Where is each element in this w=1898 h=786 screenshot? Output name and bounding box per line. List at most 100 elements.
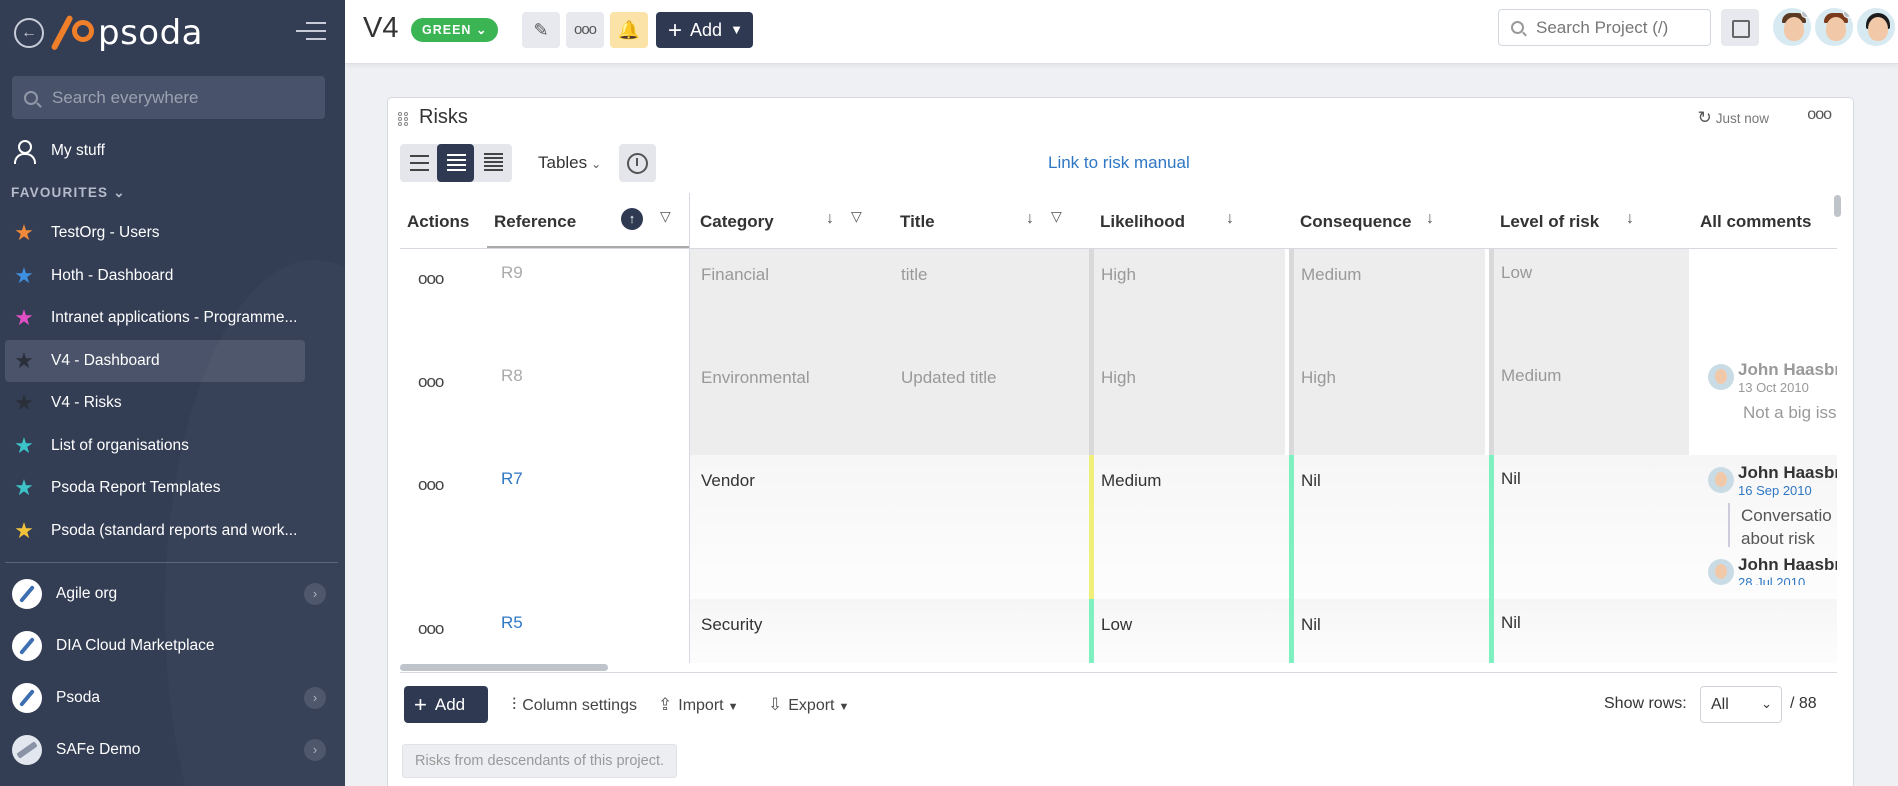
star-icon[interactable]: ★ bbox=[13, 519, 35, 542]
frozen-column-divider bbox=[689, 193, 690, 663]
filter-icon[interactable]: ▽ bbox=[1051, 208, 1062, 225]
filter-icon[interactable]: ▽ bbox=[851, 208, 862, 225]
chevron-right-icon[interactable]: › bbox=[304, 583, 326, 605]
sidebar-item-label: Psoda (standard reports and work... bbox=[51, 521, 298, 539]
sidebar-item-favourite[interactable]: ★ Hoth - Dashboard bbox=[5, 255, 305, 297]
horizontal-scrollbar[interactable] bbox=[400, 664, 608, 671]
drag-handle-icon[interactable] bbox=[398, 112, 410, 126]
vertical-scrollbar[interactable] bbox=[1834, 195, 1841, 217]
risk-likelihood: High bbox=[1101, 368, 1136, 387]
favourites-heading[interactable]: FAVOURITES ⌄ bbox=[11, 185, 126, 201]
panel-more-icon[interactable]: ooo bbox=[1807, 106, 1832, 124]
density-compact-icon[interactable] bbox=[400, 144, 437, 182]
risk-reference-link[interactable]: R8 bbox=[501, 366, 523, 386]
column-header-category[interactable]: Category bbox=[700, 193, 774, 248]
star-icon[interactable]: ★ bbox=[13, 307, 35, 329]
refresh-button[interactable]: ↻ Just now bbox=[1697, 108, 1769, 128]
row-actions-icon[interactable]: ooo bbox=[418, 372, 444, 392]
column-header-level-of-risk[interactable]: Level of risk bbox=[1500, 193, 1599, 248]
psoda-logo[interactable]: psoda bbox=[50, 10, 203, 56]
commenter-avatar[interactable] bbox=[1708, 559, 1734, 585]
add-risk-button[interactable]: + Add bbox=[404, 686, 488, 723]
history-icon[interactable] bbox=[619, 144, 656, 182]
sidebar-item-favourite[interactable]: ★ Psoda (standard reports and work... bbox=[5, 510, 305, 552]
density-dense-icon[interactable] bbox=[474, 144, 511, 182]
comment-author[interactable]: John Haasbr bbox=[1738, 463, 1837, 483]
descendants-toggle[interactable]: Risks from descendants of this project. bbox=[402, 744, 678, 778]
sidebar-item-favourite[interactable]: ★ List of organisations bbox=[5, 425, 305, 467]
risk-manual-link[interactable]: Link to risk manual bbox=[1048, 153, 1190, 173]
column-header-reference[interactable]: Reference bbox=[494, 193, 576, 248]
column-header-title[interactable]: Title bbox=[900, 193, 935, 248]
chevron-right-icon[interactable]: › bbox=[304, 687, 326, 709]
sidebar-item-my-stuff[interactable]: My stuff bbox=[5, 130, 305, 172]
global-search-input[interactable] bbox=[52, 87, 312, 108]
star-icon[interactable]: ★ bbox=[13, 392, 35, 414]
comment-author[interactable]: John Haasbr bbox=[1738, 555, 1837, 575]
sidebar-item-label: V4 - Risks bbox=[51, 394, 122, 411]
project-search[interactable] bbox=[1498, 9, 1711, 46]
global-search[interactable] bbox=[12, 76, 325, 119]
comment-author[interactable]: John Haasbr bbox=[1738, 360, 1837, 380]
commenter-avatar[interactable] bbox=[1708, 467, 1734, 493]
status-badge[interactable]: GREEN ⌄ bbox=[411, 18, 499, 42]
sidebar-org-item[interactable]: SAFe Demo › bbox=[5, 724, 338, 776]
sidebar-item-favourite[interactable]: ★ Intranet applications - Programme... bbox=[5, 297, 305, 339]
risk-level: Nil bbox=[1501, 613, 1521, 632]
sidebar-org-item[interactable]: Agile org › bbox=[5, 568, 338, 620]
star-icon[interactable]: ★ bbox=[13, 349, 35, 372]
tables-dropdown[interactable]: Tables ⌄ bbox=[538, 153, 601, 173]
table-row[interactable]: ooo R7 Vendor Medium Nil Nil John Haasbr 16 Sep… bbox=[400, 455, 1837, 599]
risk-reference-link[interactable]: R9 bbox=[501, 263, 523, 283]
filter-icon[interactable]: ▽ bbox=[660, 208, 671, 225]
column-header-consequence[interactable]: Consequence bbox=[1300, 193, 1411, 248]
column-header-likelihood[interactable]: Likelihood bbox=[1100, 193, 1185, 248]
risk-reference-link[interactable]: R5 bbox=[501, 613, 523, 633]
sidebar-item-favourite[interactable]: ★ Psoda Report Templates bbox=[5, 467, 305, 509]
sidebar-item-favourite[interactable]: ★ V4 - Dashboard bbox=[5, 339, 305, 382]
table-row[interactable]: ooo R8 Environmental Updated title High High M… bbox=[400, 352, 1837, 455]
star-icon[interactable]: ★ bbox=[13, 264, 35, 287]
sort-down-icon[interactable]: ↓ bbox=[1626, 210, 1634, 228]
sidebar-item-favourite[interactable]: ★ TestOrg - Users bbox=[5, 212, 305, 254]
project-search-input[interactable] bbox=[1536, 17, 1706, 38]
sidebar-org-item[interactable]: Psoda › bbox=[5, 672, 338, 724]
consequence-level-bar bbox=[1289, 455, 1294, 599]
sidebar-org-item[interactable]: DIA Cloud Marketplace bbox=[5, 620, 338, 672]
back-arrow-icon[interactable]: ← bbox=[14, 18, 44, 48]
more-options-icon[interactable]: ooo bbox=[566, 12, 604, 48]
import-button[interactable]: ⇪ Import ▼ bbox=[658, 695, 738, 715]
switch-dashboard-icon[interactable] bbox=[1721, 9, 1759, 46]
add-button[interactable]: + Add ▼ bbox=[656, 12, 753, 48]
star-icon[interactable]: ★ bbox=[13, 477, 35, 499]
collapse-sidebar-icon[interactable] bbox=[296, 22, 326, 42]
risk-reference-link[interactable]: R7 bbox=[501, 469, 523, 489]
notification-bell-icon[interactable]: 🔔 bbox=[610, 12, 648, 48]
avatar[interactable] bbox=[1771, 6, 1813, 48]
table-row[interactable]: ooo R9 Financial title High Medium Low bbox=[400, 249, 1837, 352]
edit-pencil-icon[interactable]: ✎ bbox=[522, 12, 560, 48]
density-normal-icon[interactable] bbox=[437, 144, 474, 182]
avatar[interactable] bbox=[1813, 6, 1855, 48]
star-icon[interactable]: ★ bbox=[13, 222, 35, 244]
column-settings-button[interactable]: ⫶ Column settings bbox=[512, 695, 637, 715]
sidebar-item-label: DIA Cloud Marketplace bbox=[56, 637, 215, 654]
sort-down-icon[interactable]: ↓ bbox=[1226, 210, 1234, 228]
commenter-avatar[interactable] bbox=[1708, 364, 1734, 390]
row-actions-icon[interactable]: ooo bbox=[418, 619, 444, 639]
row-actions-icon[interactable]: ooo bbox=[418, 475, 444, 495]
sort-down-icon[interactable]: ↓ bbox=[826, 210, 834, 228]
risk-consequence: Medium bbox=[1301, 265, 1362, 284]
export-button[interactable]: ⇩ Export ▼ bbox=[768, 695, 849, 715]
sort-down-icon[interactable]: ↓ bbox=[1426, 210, 1434, 228]
avatar[interactable] bbox=[1855, 6, 1897, 48]
row-actions-icon[interactable]: ooo bbox=[418, 269, 444, 289]
star-icon[interactable]: ★ bbox=[13, 434, 35, 457]
chevron-right-icon[interactable]: › bbox=[304, 739, 326, 761]
sidebar-item-favourite[interactable]: ★ V4 - Risks bbox=[5, 382, 305, 424]
column-header-all-comments[interactable]: All comments bbox=[1700, 193, 1811, 248]
sort-ascending-icon[interactable]: ↑ bbox=[621, 208, 643, 230]
show-rows-select[interactable]: All ⌄ bbox=[1700, 686, 1782, 723]
sort-down-icon[interactable]: ↓ bbox=[1026, 210, 1034, 228]
table-row[interactable]: ooo R5 Security Low Nil Nil bbox=[400, 599, 1837, 663]
